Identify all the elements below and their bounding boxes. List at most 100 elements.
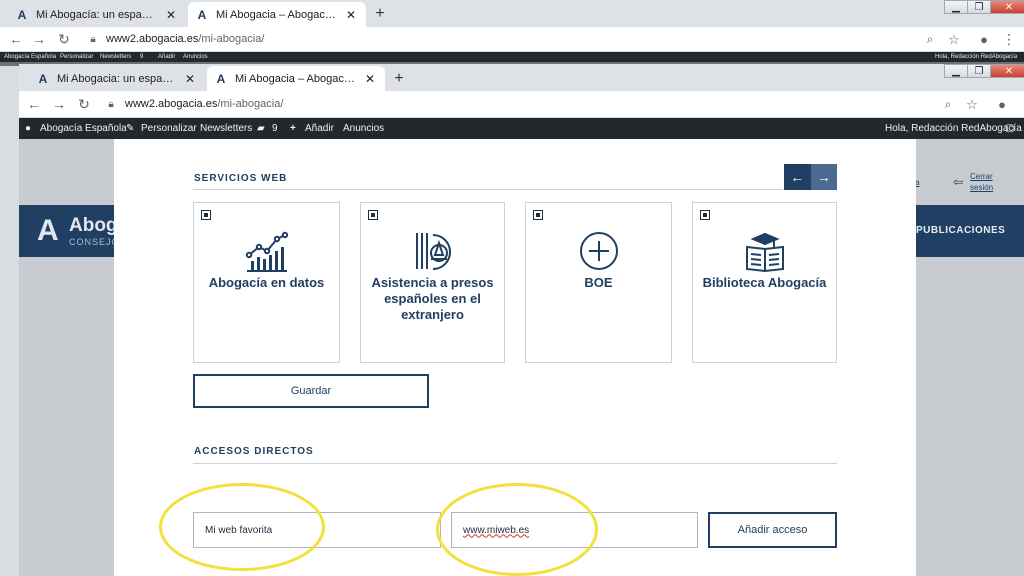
shortcut-url-input[interactable]: www.miweb.es (451, 512, 698, 548)
wp-ads[interactable]: Anuncios (343, 118, 384, 139)
abogacia-favicon-icon: A (197, 7, 207, 22)
outer-tab-bar: A Mi Abogacía: un espacio personalizado … (0, 0, 1024, 27)
forward-arrow-icon[interactable]: → (30, 27, 48, 52)
accesos-directos-title: ACCESOS DIRECTOS (194, 446, 314, 457)
lock-icon[interactable]: 🔒︎ (84, 27, 102, 52)
service-card-label: Asistencia a presos españoles en el extr… (371, 275, 494, 322)
wp-item[interactable]: Añadir (158, 52, 175, 62)
nav-publicaciones[interactable]: PUBLICACIONES (916, 225, 1005, 236)
service-card-label: Biblioteca Abogacía (702, 275, 827, 290)
wp-greeting[interactable]: Hola, Redacción RedAbogacía (885, 118, 1022, 139)
maximize-icon[interactable]: ❐ (967, 0, 991, 14)
wp-logo-icon[interactable]: ● (25, 118, 31, 139)
personalization-panel: SERVICIOS WEB ← → Abogacía en datos Asis… (114, 139, 916, 576)
wp-greeting[interactable]: Hola, Redacción RedAbogacía (935, 52, 1017, 62)
minimize-icon[interactable]: ▁ (944, 0, 968, 14)
wp-newsletters[interactable]: Newsletters (200, 118, 252, 139)
arrow-right-icon[interactable]: → (810, 164, 837, 190)
reload-icon[interactable]: ↻ (55, 27, 73, 52)
outer-tab-mi-abogacia-espanola[interactable]: A Mi Abogacia – Abogacía Española ✕ (188, 2, 366, 27)
back-arrow-icon[interactable]: ← (25, 92, 43, 117)
service-checkbox[interactable] (533, 210, 543, 220)
book-icon (745, 232, 784, 273)
close-window-icon[interactable]: ✕ (990, 64, 1024, 78)
close-tab-icon[interactable]: ✕ (183, 72, 197, 86)
wp-item[interactable]: 9 (140, 52, 143, 62)
close-tab-icon[interactable]: ✕ (164, 8, 178, 22)
url-path: /mi-abogacia/ (217, 98, 284, 110)
url-text[interactable]: www2.abogacia.es/mi-abogacia/ (106, 33, 264, 45)
inner-tab-mi-abogacia-espanola[interactable]: A Mi Abogacia – Abogacía Española ✕ (207, 66, 385, 91)
service-card-label: BOE (584, 275, 613, 290)
zoom-icon[interactable]: ⌕ (921, 27, 939, 52)
abogacia-favicon-icon: A (216, 71, 226, 86)
logo-subtitle: CONSEJO (69, 237, 120, 247)
url-path: /mi-abogacia/ (198, 33, 265, 45)
minimize-icon[interactable]: ▁ (944, 64, 968, 78)
new-tab-button[interactable]: + (389, 69, 409, 89)
servicios-web-title: SERVICIOS WEB (194, 173, 288, 184)
reload-icon[interactable]: ↻ (75, 92, 93, 117)
carousel-arrows: ← → (784, 164, 837, 190)
brush-icon: ✎ (126, 123, 135, 134)
menu-dots-icon[interactable]: ⋮ (1000, 27, 1018, 52)
close-window-icon[interactable]: ✕ (990, 0, 1024, 14)
lock-icon[interactable]: 🔒︎ (102, 92, 120, 117)
save-button[interactable]: Guardar (193, 374, 429, 408)
tab-label: Mi Abogacia – Abogacía Española (235, 72, 357, 85)
outer-address-bar: ← → ↻ 🔒︎ www2.abogacia.es/mi-abogacia/ ⌕… (0, 27, 1024, 52)
inner-address-bar: ← → ↻ 🔒︎ www2.abogacia.es/mi-abogacia/ ⌕… (19, 91, 1024, 118)
new-tab-button[interactable]: + (370, 4, 390, 24)
maximize-icon[interactable]: ❐ (967, 64, 991, 78)
prison-justice-icon (415, 233, 451, 270)
profile-avatar-icon[interactable]: ● (993, 92, 1011, 117)
inner-tab-bar: A Mi Abogacia: un espacio personalizado … (19, 64, 1024, 91)
close-tab-icon[interactable]: ✕ (344, 8, 358, 22)
service-card-asistencia-presos[interactable]: Asistencia a presos españoles en el extr… (360, 202, 505, 363)
url-host: www2.abogacia.es (125, 98, 218, 110)
service-card-abogacia-datos[interactable]: Abogacía en datos (193, 202, 340, 363)
wp-site-name[interactable]: Abogacía Española (40, 118, 127, 139)
zoom-icon[interactable]: ⌕ (939, 92, 957, 117)
wp-item[interactable]: Abogacía Española (4, 52, 56, 62)
wp-item[interactable]: Personalizar (60, 52, 93, 62)
tab-label: Mi Abogacia: un espacio personalizado (57, 72, 177, 85)
outer-tab-mi-abogacia-espacio[interactable]: A Mi Abogacía: un espacio personalizado … (8, 2, 186, 27)
bookmark-star-icon[interactable]: ☆ (945, 27, 963, 52)
wp-item[interactable]: Newsletters (100, 52, 131, 62)
add-shortcut-button[interactable]: Añadir acceso (708, 512, 837, 548)
chart-icon (245, 231, 288, 272)
shortcut-url-value: www.miweb.es (463, 524, 530, 536)
wp-customize[interactable]: Personalizar (141, 118, 197, 139)
user-avatar-icon[interactable]: ▢ (1005, 118, 1014, 139)
service-card-boe[interactable]: BOE (525, 202, 672, 363)
forward-arrow-icon[interactable]: → (50, 92, 68, 117)
url-host: www2.abogacia.es (106, 33, 199, 45)
service-checkbox[interactable] (368, 210, 378, 220)
abogacia-logo-icon: A (37, 214, 59, 247)
logout-icon[interactable]: ⇦ (953, 175, 963, 189)
shortcut-name-input[interactable]: Mi web favorita (193, 512, 441, 548)
abogacia-favicon-icon: A (38, 71, 48, 86)
bookmark-star-icon[interactable]: ☆ (963, 92, 981, 117)
back-arrow-icon[interactable]: ← (7, 27, 25, 52)
plus-icon: + (290, 123, 296, 134)
profile-avatar-icon[interactable]: ● (975, 27, 993, 52)
service-checkbox[interactable] (700, 210, 710, 220)
wp-comments-count[interactable]: 9 (272, 118, 278, 139)
logout-link[interactable]: Cerrar sesión (970, 171, 1010, 193)
service-card-biblioteca[interactable]: Biblioteca Abogacía (692, 202, 837, 363)
url-text[interactable]: www2.abogacia.es/mi-abogacia/ (125, 98, 283, 110)
inner-window-controls: ▁ ❐ ✕ (944, 64, 1024, 78)
inner-tab-mi-abogacia-espacio[interactable]: A Mi Abogacia: un espacio personalizado … (29, 66, 205, 91)
comment-icon: ▰ (257, 123, 265, 134)
arrow-left-icon[interactable]: ← (784, 164, 811, 190)
close-tab-icon[interactable]: ✕ (363, 72, 377, 86)
tab-label: Mi Abogacía: un espacio personalizado (36, 8, 158, 21)
wp-item[interactable]: Anuncios (183, 52, 208, 62)
section-divider (193, 463, 837, 464)
service-card-label: Abogacía en datos (208, 275, 325, 290)
service-checkbox[interactable] (201, 210, 211, 220)
wp-add-new[interactable]: Añadir (305, 118, 334, 139)
section-divider (193, 189, 783, 190)
